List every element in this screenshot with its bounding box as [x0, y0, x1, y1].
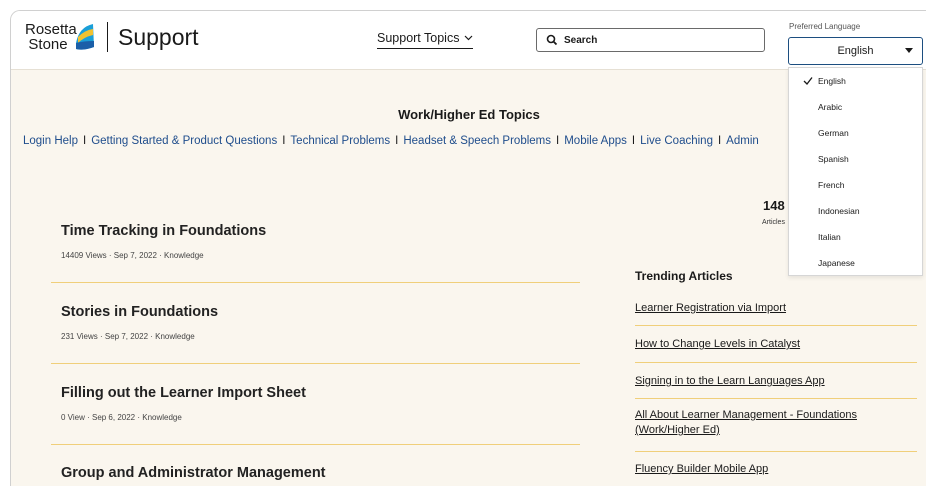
rosetta-stone-mark-icon	[76, 24, 94, 50]
language-option-label: Arabic	[818, 102, 843, 112]
link-separator: I	[395, 135, 399, 147]
search-box[interactable]	[536, 28, 765, 52]
language-option-spanish[interactable]: Spanish	[789, 146, 922, 172]
check-icon	[803, 77, 813, 85]
topic-link-headset-speech[interactable]: Headset & Speech Problems	[403, 135, 551, 147]
divider	[51, 363, 580, 364]
article-title[interactable]: Group and Administrator Management	[61, 465, 581, 481]
language-option-label: Italian	[818, 232, 841, 242]
search-input[interactable]	[562, 33, 756, 47]
topic-link-login-help[interactable]: Login Help	[23, 135, 78, 147]
link-separator: I	[717, 135, 722, 147]
language-option-label: French	[818, 180, 845, 190]
language-option-label: Indonesian	[818, 206, 860, 216]
article-item[interactable]: Time Tracking in Foundations 14409 Views…	[61, 223, 581, 260]
article-meta: 0 View · Sep 6, 2022 · Knowledge	[61, 413, 182, 422]
language-select[interactable]: English	[788, 37, 923, 65]
divider	[635, 398, 917, 399]
logo-wordmark: Rosetta Stone	[25, 21, 77, 53]
article-title[interactable]: Time Tracking in Foundations	[61, 223, 581, 239]
divider	[635, 362, 917, 363]
chevron-down-icon	[465, 35, 473, 41]
language-option-italian[interactable]: Italian	[789, 224, 922, 250]
support-title: Support	[118, 23, 199, 50]
language-option-german[interactable]: German	[789, 120, 922, 146]
article-meta: 231 Views · Sep 7, 2022 · Knowledge	[61, 332, 195, 341]
language-option-label: English	[818, 76, 846, 86]
logo-divider	[107, 22, 108, 52]
divider	[51, 444, 580, 445]
article-item[interactable]: Group and Administrator Management	[61, 465, 581, 481]
article-count-label: Articles	[762, 219, 785, 226]
article-title[interactable]: Stories in Foundations	[61, 304, 581, 320]
article-meta: 14409 Views · Sep 7, 2022 · Knowledge	[61, 251, 204, 260]
topic-link-live-coaching[interactable]: Live Coaching	[640, 135, 713, 147]
trending-article-link[interactable]: How to Change Levels in Catalyst	[635, 337, 917, 352]
article-item[interactable]: Filling out the Learner Import Sheet 0 V…	[61, 385, 581, 422]
site-header: Rosetta Stone Support Support Topics Pre…	[11, 11, 926, 70]
trending-article-link[interactable]: Signing in to the Learn Languages App	[635, 374, 917, 389]
topic-links-row: Login Help I Getting Started & Product Que…	[23, 135, 759, 147]
topic-link-mobile-apps[interactable]: Mobile Apps	[564, 135, 627, 147]
divider	[51, 282, 580, 283]
logo-text-line2: Stone	[28, 36, 68, 53]
trending-article-link[interactable]: Fluency Builder Mobile App	[635, 462, 917, 477]
caret-down-icon	[905, 48, 913, 53]
language-option-english[interactable]: English	[789, 68, 922, 94]
trending-article-link[interactable]: Learner Registration via Import	[635, 301, 917, 316]
support-topics-menu[interactable]: Support Topics	[377, 31, 474, 49]
divider	[635, 451, 917, 452]
search-icon	[546, 34, 558, 46]
link-separator: I	[631, 135, 636, 147]
article-item[interactable]: Stories in Foundations 231 Views · Sep 7…	[61, 304, 581, 341]
link-separator: I	[82, 135, 87, 147]
language-option-indonesian[interactable]: Indonesian	[789, 198, 922, 224]
language-option-french[interactable]: French	[789, 172, 922, 198]
trending-articles-title: Trending Articles	[635, 269, 733, 283]
preferred-language-label: Preferred Language	[789, 22, 861, 31]
article-title[interactable]: Filling out the Learner Import Sheet	[61, 385, 581, 401]
link-separator: I	[556, 135, 560, 147]
language-option-label: Spanish	[818, 154, 849, 164]
trending-article-link[interactable]: All About Learner Management - Foundatio…	[635, 408, 917, 438]
support-topics-label: Support Topics	[377, 31, 460, 45]
language-option-arabic[interactable]: Arabic	[789, 94, 922, 120]
divider	[635, 325, 917, 326]
language-option-label: German	[818, 128, 849, 138]
language-select-value: English	[837, 45, 874, 57]
topic-link-technical-problems[interactable]: Technical Problems	[290, 135, 390, 147]
logo-text-line1: Rosetta	[25, 21, 77, 38]
language-option-label: Japanese	[818, 258, 855, 268]
language-dropdown: English Arabic German Spanish French Ind…	[788, 67, 923, 276]
rosetta-stone-logo[interactable]: Rosetta Stone Support	[25, 21, 199, 53]
language-option-japanese[interactable]: Japanese	[789, 250, 922, 276]
topic-link-getting-started[interactable]: Getting Started & Product Questions	[91, 135, 277, 147]
topic-link-admin[interactable]: Admin	[726, 135, 759, 147]
link-separator: I	[282, 135, 286, 147]
browser-viewport: Rosetta Stone Support Support Topics Pre…	[10, 10, 926, 486]
article-count: 148	[763, 198, 785, 213]
